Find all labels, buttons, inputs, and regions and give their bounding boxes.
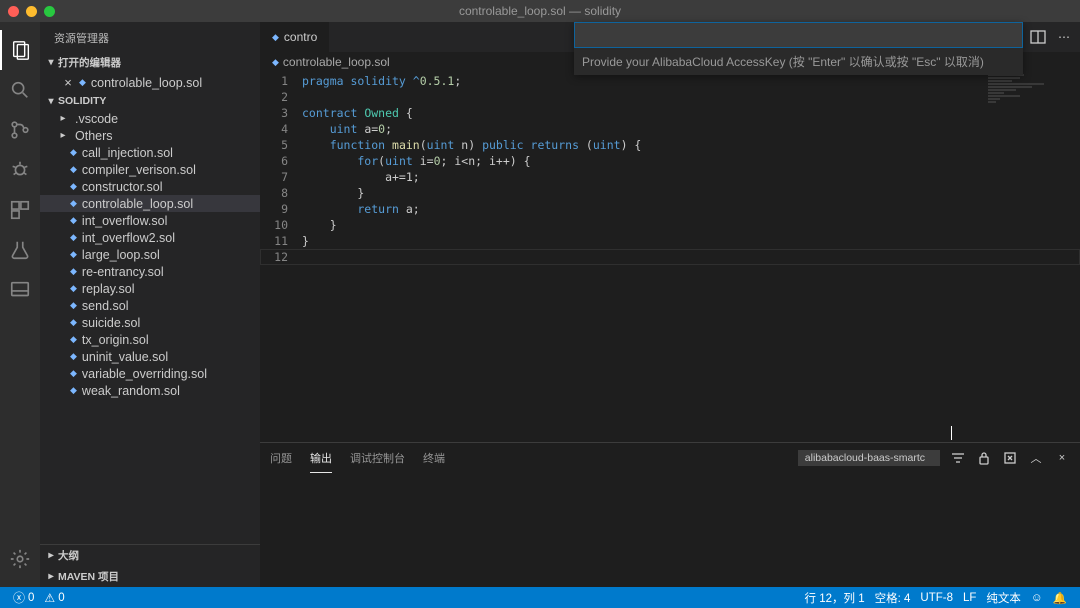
traffic-lights [0,6,55,17]
open-editor-label: controlable_loop.sol [91,76,202,90]
input-prompt: Provide your AlibabaCloud AccessKey (按 "… [574,22,1023,75]
window-title: controlable_loop.sol — solidity [459,4,621,18]
file-item[interactable]: ◆suicide.sol [40,314,260,331]
chevron-up-icon[interactable]: ︿ [1028,450,1044,466]
editor-body[interactable]: 123456789101112 pragma solidity ^0.5.1; … [260,72,1080,442]
more-icon[interactable]: ⋯ [1056,29,1072,45]
file-item[interactable]: ◆int_overflow2.sol [40,229,260,246]
file-item[interactable]: ◆variable_overriding.sol [40,365,260,382]
filter-icon[interactable] [950,450,966,466]
project-header[interactable]: ▾SOLIDITY [40,92,260,110]
panel-tab-terminal[interactable]: 终端 [423,444,445,472]
close-panel-icon[interactable]: × [1054,450,1070,466]
titlebar: controlable_loop.sol — solidity [0,0,1080,22]
text-cursor [951,426,952,440]
file-item[interactable]: ◆re-entrancy.sol [40,263,260,280]
line-gutter: 123456789101112 [260,72,302,442]
sb-warnings[interactable]: ⚠0 [39,591,69,605]
file-item[interactable]: ◆weak_random.sol [40,382,260,399]
file-item[interactable]: ◆tx_origin.sol [40,331,260,348]
sb-bell-icon[interactable]: 🔔 [1048,590,1072,606]
statusbar: ⓧ0 ⚠0 行 12，列 1 空格: 4 UTF-8 LF 纯文本 ☺ 🔔 [0,587,1080,608]
file-item[interactable]: ◆compiler_verison.sol [40,161,260,178]
test-icon[interactable] [0,230,40,270]
source-control-icon[interactable] [0,110,40,150]
lock-icon[interactable] [976,450,992,466]
accesskey-input[interactable] [574,22,1023,48]
debug-icon[interactable] [0,150,40,190]
file-item[interactable]: ◆replay.sol [40,280,260,297]
extensions-icon[interactable] [0,190,40,230]
minimap[interactable] [988,74,1068,104]
file-icon: ◆ [79,77,86,88]
code-content[interactable]: pragma solidity ^0.5.1; contract Owned {… [302,72,1080,442]
file-icon: ◆ [272,32,279,43]
sb-encoding[interactable]: UTF-8 [915,590,958,606]
tab-label: contro [284,30,317,44]
close-window-button[interactable] [8,6,19,17]
panel-tab-output[interactable]: 输出 [310,444,332,473]
folder-item[interactable]: ▸Others [40,127,260,144]
file-item[interactable]: ◆call_injection.sol [40,144,260,161]
file-tree: ▸.vscode▸Others◆call_injection.sol◆compi… [40,110,260,544]
close-icon[interactable]: × [62,75,74,90]
panel-tab-problems[interactable]: 问题 [270,444,292,472]
bottom-panel: 问题 输出 调试控制台 终端 alibabacloud-baas-smartc … [260,442,1080,587]
sidebar-title: 资源管理器 [40,22,260,52]
panel-tab-debug[interactable]: 调试控制台 [350,444,405,472]
open-editor-item[interactable]: × ◆ controlable_loop.sol [40,73,260,92]
outline-header[interactable]: ▸大纲 [40,545,260,566]
split-editor-icon[interactable] [1030,29,1046,45]
file-item[interactable]: ◆send.sol [40,297,260,314]
sb-ln-col[interactable]: 行 12，列 1 [800,590,870,606]
file-item[interactable]: ◆uninit_value.sol [40,348,260,365]
editor-area: ◆ contro ⋯ Provide your AlibabaCloud Acc… [260,22,1080,587]
activity-bar [0,22,40,587]
open-editors-header[interactable]: ▾打开的编辑器 [40,52,260,73]
file-item[interactable]: ◆int_overflow.sol [40,212,260,229]
file-item[interactable]: ◆constructor.sol [40,178,260,195]
panel-icon[interactable] [0,270,40,310]
sb-eol[interactable]: LF [958,590,981,606]
file-item[interactable]: ◆controlable_loop.sol [40,195,260,212]
panel-tabs: 问题 输出 调试控制台 终端 alibabacloud-baas-smartc … [260,443,1080,473]
file-item[interactable]: ◆large_loop.sol [40,246,260,263]
folder-item[interactable]: ▸.vscode [40,110,260,127]
prompt-hint: Provide your AlibabaCloud AccessKey (按 "… [574,48,1023,75]
file-icon: ◆ [272,57,279,68]
sidebar: 资源管理器 ▾打开的编辑器 × ◆ controlable_loop.sol ▾… [40,22,260,587]
settings-icon[interactable] [0,539,40,579]
clear-icon[interactable] [1002,450,1018,466]
output-channel-select[interactable]: alibabacloud-baas-smartc [798,450,940,466]
sb-spaces[interactable]: 空格: 4 [870,590,916,606]
tab-active[interactable]: ◆ contro [260,22,330,52]
search-icon[interactable] [0,70,40,110]
explorer-icon[interactable] [0,30,40,70]
sb-lang[interactable]: 纯文本 [981,590,1026,606]
minimize-window-button[interactable] [26,6,37,17]
sb-errors[interactable]: ⓧ0 [8,589,39,606]
maximize-window-button[interactable] [44,6,55,17]
sb-feedback-icon[interactable]: ☺ [1026,590,1048,606]
maven-header[interactable]: ▸MAVEN 项目 [40,566,260,587]
